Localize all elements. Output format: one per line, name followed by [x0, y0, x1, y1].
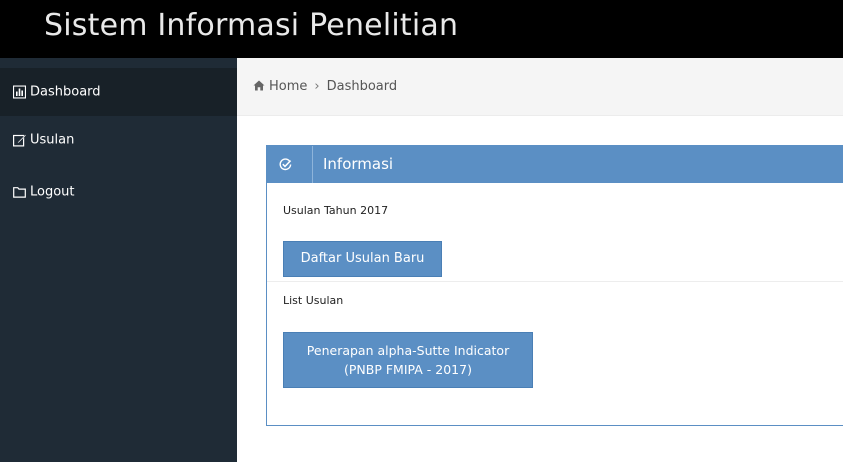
sidebar-item-usulan[interactable]: Usulan: [0, 116, 237, 164]
top-bar: Sistem Informasi Penelitian: [0, 0, 843, 58]
proposal-subtitle: (PNBP FMIPA - 2017): [344, 362, 472, 377]
panel-title: Informasi: [323, 155, 394, 173]
folder-icon: [13, 187, 26, 198]
sidebar-item-logout[interactable]: Logout: [0, 168, 237, 216]
breadcrumb-home-link[interactable]: Home: [269, 79, 307, 94]
breadcrumb-separator: ›: [314, 79, 320, 94]
sidebar-item-label: Logout: [30, 184, 75, 200]
edit-icon: [13, 134, 26, 147]
proposal-title: Penerapan alpha-Sutte Indicator: [306, 343, 510, 358]
new-proposal-button[interactable]: Daftar Usulan Baru: [283, 241, 442, 277]
sidebar-item-label: Usulan: [30, 132, 75, 148]
check-circle-icon: [279, 158, 292, 171]
home-icon: [253, 80, 265, 91]
year-text: Usulan Tahun 2017: [283, 204, 389, 217]
divider: [267, 281, 843, 282]
app-title: Sistem Informasi Penelitian: [44, 8, 459, 43]
panel-heading: Informasi: [267, 146, 843, 183]
bar-chart-icon: [13, 85, 26, 99]
breadcrumb: Home › Dashboard: [253, 79, 397, 94]
breadcrumb-current: Dashboard: [326, 79, 398, 94]
heading-divider: [312, 146, 313, 183]
info-panel: Informasi Usulan Tahun 2017 Daftar Usula…: [266, 145, 843, 426]
list-label: List Usulan: [283, 294, 344, 307]
sidebar: Dashboard Usulan Logout: [0, 58, 237, 462]
proposal-button[interactable]: Penerapan alpha-Sutte Indicator (PNBP FM…: [283, 332, 533, 388]
sidebar-item-dashboard[interactable]: Dashboard: [0, 68, 237, 116]
sidebar-item-label: Dashboard: [30, 84, 101, 100]
breadcrumb-bar: Home › Dashboard: [237, 58, 843, 116]
